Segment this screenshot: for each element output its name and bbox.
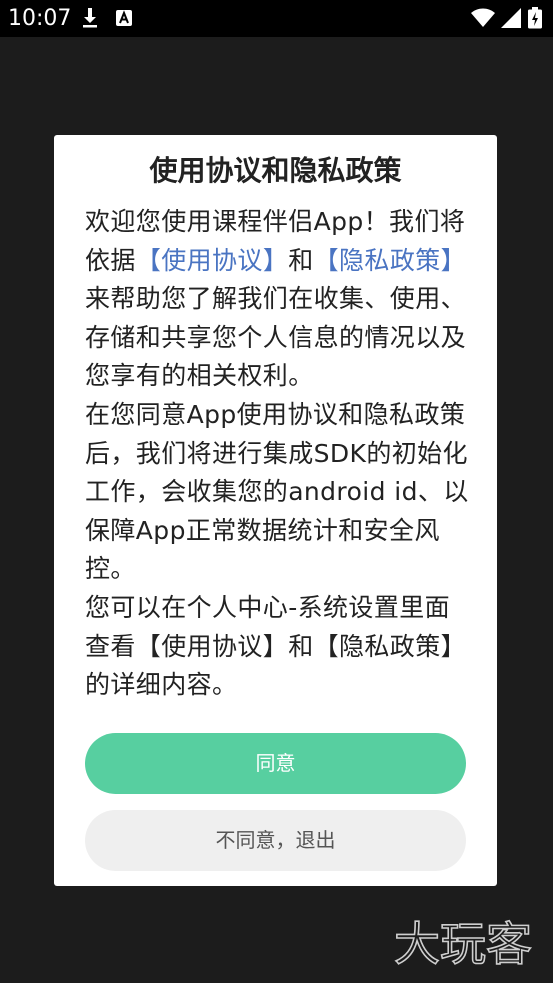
body-text: 来帮助您了解我们在收集、使用、存储和共享您个人信息的情况以及您享有的相关权利。: [85, 284, 467, 391]
privacy-link[interactable]: 【隐私政策】: [314, 246, 466, 275]
status-bar: 10:07: [0, 0, 553, 37]
screen: 10:07 使用协议和隐私政策 欢迎您使用课程伴侣App！我们将依据【使用协议】…: [0, 0, 553, 983]
body-text: 和: [288, 245, 314, 275]
agree-button[interactable]: 同意: [85, 733, 466, 794]
download-icon: [83, 8, 97, 28]
battery-icon: [528, 7, 542, 29]
signal-icon: [501, 8, 521, 28]
a-icon: [116, 10, 132, 26]
terms-link[interactable]: 【使用协议】: [136, 246, 288, 275]
dialog-title: 使用协议和隐私政策: [149, 154, 402, 187]
body-paragraph-sdk: 在您同意App使用协议和隐私政策后，我们将进行集成SDK的初始化工作，会收集您的…: [85, 399, 469, 584]
body-paragraph-settings: 您可以在个人中心-系统设置里面查看【使用协议】和【隐私政策】的详细内容。: [85, 592, 467, 700]
dialog-body: 欢迎您使用课程伴侣App！我们将依据【使用协议】和【隐私政策】来帮助您了解我们在…: [85, 203, 471, 705]
wifi-icon: [471, 8, 495, 27]
disagree-exit-button[interactable]: 不同意，退出: [85, 810, 466, 871]
status-time: 10:07: [8, 6, 72, 31]
privacy-dialog: 使用协议和隐私政策 欢迎您使用课程伴侣App！我们将依据【使用协议】和【隐私政策…: [54, 135, 497, 886]
watermark-text: 大玩客: [394, 917, 532, 971]
watermark-logo: 大玩客: [393, 916, 533, 972]
